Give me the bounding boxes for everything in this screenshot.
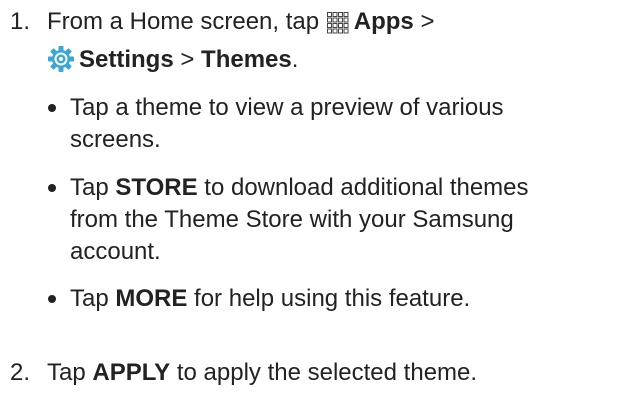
bullet-preview: Tap a theme to view a preview of various… — [40, 92, 630, 156]
bullet-store: Tap STORE to download additional themes … — [40, 172, 630, 268]
bullet-preview-text: Tap a theme to view a preview of various… — [70, 92, 630, 156]
bullet-store-pre: Tap — [70, 174, 116, 201]
bullet-more-line-1: Tap MORE for help using this feature. — [70, 283, 630, 315]
bullet-preview-line-1: Tap a theme to view a preview of various — [70, 94, 504, 121]
bullet-more-pre: Tap — [70, 285, 116, 312]
bullet-more: Tap MORE for help using this feature. — [40, 283, 630, 315]
bullet-store-line-3: account. — [70, 238, 161, 265]
bullet-store-line-1: Tap STORE to download additional themes — [70, 172, 630, 204]
bullet-store-line-2: from the Theme Store with your Samsung — [70, 206, 514, 233]
step-2-post: to apply the selected theme. — [170, 359, 478, 386]
bullet-store-text: Tap STORE to download additional themes … — [70, 172, 630, 268]
bullet-preview-line-2: screens. — [70, 126, 161, 153]
step-2-pre: Tap — [47, 359, 93, 386]
apply-label: APPLY — [92, 359, 171, 386]
bullet-store-post: to download additional themes — [197, 174, 529, 201]
bullet-dot — [48, 104, 56, 112]
store-label: STORE — [115, 174, 198, 201]
bullet-dot — [48, 295, 56, 303]
step-2-line-1: Tap APPLY to apply the selected theme. — [47, 357, 627, 389]
step-2-number: 2. — [10, 359, 31, 386]
bullet-more-post: for help using this feature. — [187, 285, 471, 312]
step-1-bullets: Tap a theme to view a preview of various… — [40, 0, 630, 408]
bullet-more-text: Tap MORE for help using this feature. — [70, 283, 630, 315]
bullet-dot — [48, 184, 56, 192]
instructions-page: 1. From a Home screen, tap Apps > Settin… — [0, 0, 634, 408]
step-2: 2. Tap APPLY to apply the selected theme… — [10, 357, 610, 391]
more-label: MORE — [115, 285, 188, 312]
step-2-text: Tap APPLY to apply the selected theme. — [47, 357, 627, 389]
